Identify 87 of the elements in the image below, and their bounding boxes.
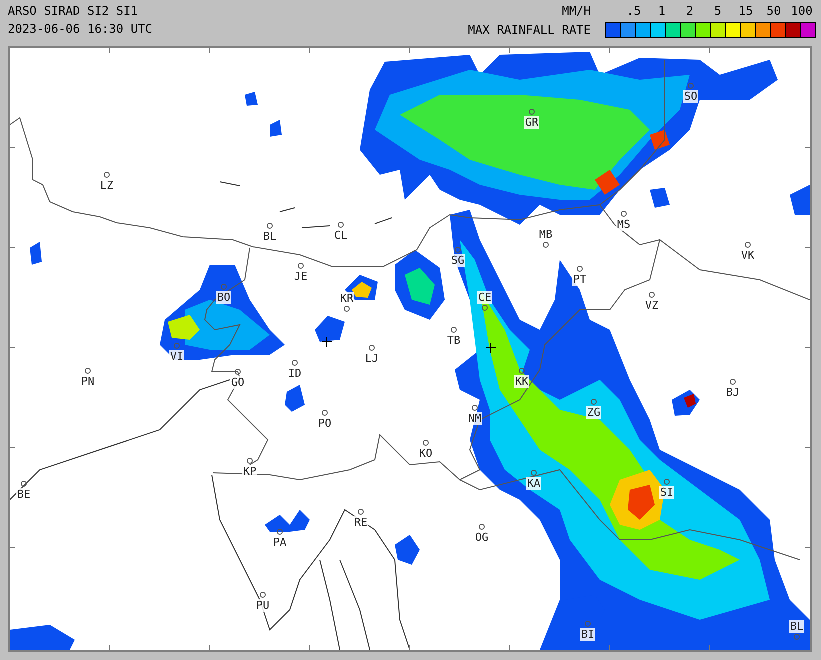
- place-label: JE: [293, 270, 309, 283]
- place-marker-icon: [482, 305, 488, 311]
- place-marker-icon: [472, 405, 478, 411]
- place-marker-icon: [649, 292, 655, 298]
- place-label: VZ: [644, 299, 660, 312]
- place-label: SO: [683, 90, 699, 103]
- place-marker-icon: [235, 369, 241, 375]
- place-marker-icon: [531, 470, 537, 476]
- place-label: BI: [580, 628, 596, 641]
- place-label: LJ: [364, 352, 380, 365]
- place-label: GO: [230, 376, 246, 389]
- scale-label: 15: [738, 4, 754, 19]
- place-label: RE: [353, 516, 369, 529]
- place-label: VI: [169, 350, 185, 363]
- place-marker-icon: [174, 343, 180, 349]
- place-label: OG: [474, 531, 490, 544]
- place-marker-icon: [322, 410, 328, 416]
- crosshair-icon: [486, 342, 496, 354]
- product-title: ARSO SIRAD SI2 SI1: [8, 4, 140, 19]
- place-marker-icon: [369, 345, 375, 351]
- place-label: PU: [255, 599, 271, 612]
- place-label: NM: [467, 412, 483, 425]
- scale-label: 1: [657, 4, 667, 19]
- place-label: SI: [659, 486, 675, 499]
- place-marker-icon: [423, 440, 429, 446]
- place-marker-icon: [260, 592, 266, 598]
- place-marker-icon: [577, 266, 583, 272]
- crosshair-icon: [322, 336, 332, 348]
- place-label: VK: [740, 249, 756, 262]
- legend-caption: MAX RAINFALL RATE: [468, 22, 591, 38]
- place-label: LZ: [99, 179, 115, 192]
- scale-label: 100: [790, 4, 814, 19]
- place-label: CL: [333, 229, 349, 242]
- place-marker-icon: [621, 211, 627, 217]
- place-marker-icon: [221, 284, 227, 290]
- place-label: BL: [789, 620, 805, 633]
- place-marker-icon: [730, 379, 736, 385]
- place-marker-icon: [519, 368, 525, 374]
- place-label: MB: [538, 228, 554, 241]
- place-label: TB: [446, 334, 462, 347]
- place-marker-icon: [479, 524, 485, 530]
- place-marker-icon: [267, 223, 273, 229]
- timestamp: 2023-06-06 16:30 UTC: [8, 22, 152, 37]
- place-label: BJ: [725, 386, 741, 399]
- place-marker-icon: [104, 172, 110, 178]
- place-label: BE: [16, 488, 32, 501]
- place-label: BL: [262, 230, 278, 243]
- place-marker-icon: [21, 481, 27, 487]
- scale-label: .5: [626, 4, 642, 19]
- place-marker-icon: [338, 222, 344, 228]
- place-label: CE: [477, 291, 493, 304]
- scale-label: 5: [713, 4, 723, 19]
- place-label: KK: [514, 375, 530, 388]
- place-marker-icon: [292, 360, 298, 366]
- place-label: BO: [216, 291, 232, 304]
- unit-label: MM/H: [562, 4, 591, 19]
- place-label: SG: [450, 254, 466, 267]
- place-label: PT: [572, 273, 588, 286]
- place-marker-icon: [529, 109, 535, 115]
- place-marker-icon: [688, 83, 694, 89]
- place-label: ID: [287, 367, 303, 380]
- place-marker-icon: [591, 399, 597, 405]
- place-marker-icon: [745, 242, 751, 248]
- place-marker-icon: [298, 263, 304, 269]
- place-marker-icon: [451, 327, 457, 333]
- place-marker-icon: [85, 368, 91, 374]
- place-label: PN: [80, 375, 96, 388]
- place-marker-icon: [585, 621, 591, 627]
- place-label: PA: [272, 536, 288, 549]
- place-label: MS: [616, 218, 632, 231]
- place-label: PO: [317, 417, 333, 430]
- scale-label: 2: [685, 4, 695, 19]
- place-marker-icon: [794, 634, 800, 640]
- place-marker-icon: [344, 306, 350, 312]
- place-label: KO: [418, 447, 434, 460]
- place-marker-icon: [455, 247, 461, 253]
- place-label: KA: [526, 477, 542, 490]
- scale-label: 50: [766, 4, 782, 19]
- place-marker-icon: [664, 479, 670, 485]
- place-label: GR: [524, 116, 540, 129]
- place-marker-icon: [277, 529, 283, 535]
- place-marker-icon: [247, 458, 253, 464]
- place-marker-icon: [358, 509, 364, 515]
- place-label: ZG: [586, 406, 602, 419]
- place-label: KR: [339, 292, 355, 305]
- place-marker-icon: [543, 242, 549, 248]
- place-label: KP: [242, 465, 258, 478]
